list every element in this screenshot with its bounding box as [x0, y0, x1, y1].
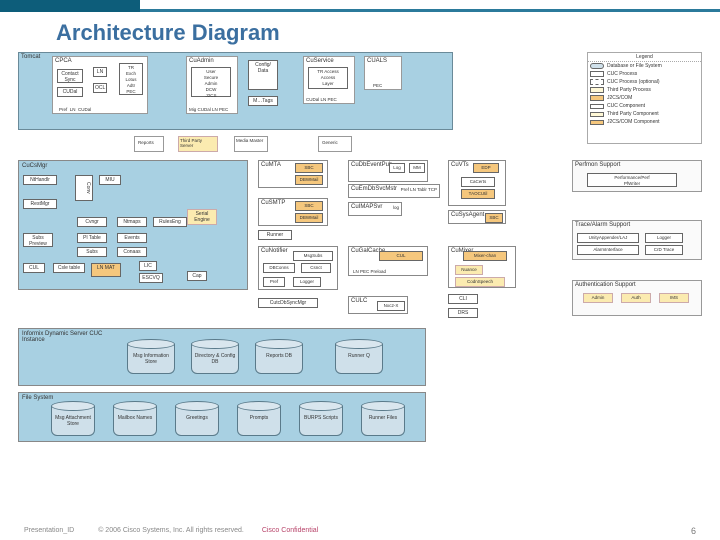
- cucsmgr-title: CuCsMgr: [22, 163, 47, 169]
- cugalcache: CuGalCache CUL LN PEC Preload: [348, 246, 428, 276]
- m-label: M…Tags: [248, 96, 278, 106]
- cucsmgr-item: Cap: [187, 271, 207, 281]
- cucsmgr-item: Csle table: [53, 263, 85, 273]
- fs-item: BURPS Scripts: [299, 401, 343, 439]
- cuservice-group: CuService TR AccessAccessLayer CUDal LN …: [303, 56, 355, 104]
- fs-item: Msg Attachment Store: [51, 401, 95, 439]
- cylinder-msg: Msg Information Store: [127, 339, 175, 377]
- footer: Presentation_ID © 2006 Cisco Systems, In…: [24, 527, 696, 534]
- cumixer: CuMixer Mixer-chan Nuance CodnSpeech: [448, 246, 516, 288]
- cuservice-title: CuService: [306, 58, 334, 64]
- cucsmgr-item: CUL: [23, 263, 45, 273]
- cugal-item: CUL: [379, 251, 423, 261]
- cpca-col: OCL: [93, 83, 107, 93]
- cuadmin-items: UserSecureAdminDCWJ2CS: [191, 67, 231, 97]
- ids-group: Informix Dynamic Server CUC Instance Msg…: [18, 328, 426, 386]
- auth-support: Authentication Support Admin Auth IMS: [572, 280, 702, 316]
- cuservice-footer: CUDal LN PEC: [306, 97, 337, 102]
- serial-engine: Serial Engine: [187, 209, 217, 225]
- cunotifier: CuNotifier MsgSubs DBConns Csnct Pref Lo…: [258, 246, 338, 290]
- page-title: Architecture Diagram: [0, 12, 720, 52]
- cusmtp: CuSMTP SBC DBWMail: [258, 198, 328, 226]
- cucsmgr-item: ESCVQ: [139, 273, 163, 283]
- cylinder-reports: Reports DB: [255, 339, 303, 377]
- filesystem-group: File System Msg Attachment Store Mailbox…: [18, 392, 426, 442]
- cpca-item: Contact Sync: [57, 69, 83, 83]
- cucsmgr-item: MIU: [99, 175, 121, 185]
- legend-title: Legend: [588, 53, 701, 62]
- cylinder-runner: Runner Q: [335, 339, 383, 377]
- cucsmgr-item: Events: [117, 233, 147, 243]
- runner: Runner: [258, 230, 292, 240]
- footer-confidential: Cisco Confidential: [262, 527, 318, 534]
- cucsmgr-item: NtHandlr: [23, 175, 57, 185]
- cucsmgr-item: Conaas: [117, 247, 147, 257]
- cuadmin-group: CuAdmin UserSecureAdminDCWJ2CS Mig CUDal…: [186, 56, 238, 114]
- cucsmgr-mid: Conv: [75, 175, 93, 201]
- cucsmgr-group: CuCsMgr NtHandlr RestMgr Conv MIU Serial…: [18, 160, 248, 290]
- footer-page: 6: [691, 526, 696, 536]
- perfmon-item: Performance/PerfPfWriter: [587, 173, 677, 187]
- cpca-col: LN: [93, 67, 107, 77]
- cucsmgr-item: Subs: [77, 247, 107, 257]
- cuadmin-title: CuAdmin: [189, 58, 214, 64]
- culc: CULC Nxc2-X: [348, 296, 408, 314]
- cucsmgr-item: Ntmaps: [117, 217, 147, 227]
- footer-copyright: © 2006 Cisco Systems, Inc. All rights re…: [98, 527, 244, 534]
- fs-item: Greetings: [175, 401, 219, 439]
- mediamaster-box: Media Master: [234, 136, 268, 152]
- architecture-diagram: Tomcat CPCA Contact Sync CUDal LN OCL TR…: [18, 52, 702, 477]
- fs-title: File System: [22, 395, 53, 401]
- legend: Legend Database or File System CUC Proce…: [587, 52, 702, 144]
- cucsmgr-item: RestMgr: [23, 199, 57, 209]
- cuemdbsvc-items: Pref LN Tablr TCP: [401, 187, 437, 192]
- cucsmgr-item: Pl Table: [77, 233, 107, 243]
- fs-item: Runner Files: [361, 401, 405, 439]
- cpca-title: CPCA: [55, 58, 72, 64]
- cuemdbsvc: CuEmDbSvcMstr Pref LN Tablr TCP: [348, 184, 440, 198]
- cuadmin-side: Config/Data: [248, 60, 278, 90]
- cusysagent: CuSysAgent SBC: [448, 210, 506, 224]
- cuadmin-footer: Mig CUDal LN PEC: [189, 107, 228, 112]
- reports-box: Reports: [134, 136, 164, 152]
- cuservice-items: TR AccessAccessLayer: [308, 67, 348, 89]
- cli-box: CLI: [448, 294, 478, 304]
- trace-support: Trace/Alarm Support UnityAppender/LAJ Lo…: [572, 220, 702, 260]
- thirdparty-box: Third Party Server: [178, 136, 218, 152]
- cucsmgr-item: Cvngr: [77, 217, 107, 227]
- cuals-title: CUALS: [367, 58, 387, 64]
- cuvts: CuVTs EDP CaCerts TAOCUtil: [448, 160, 506, 206]
- cudbeventpub: CuDbEventPub Log MM: [348, 160, 428, 182]
- cuals-group: CUALS PEC: [364, 56, 402, 90]
- cuals-footer: PEC: [373, 83, 382, 88]
- tomcat-label: Tomcat: [21, 54, 40, 60]
- generic-box: Generic: [318, 136, 352, 152]
- cutcdbsyncmgr: CutcDbSyncMgr: [258, 298, 318, 308]
- cunotifier-item: MsgSubs: [293, 251, 333, 261]
- cucsmgr-item: LIC: [139, 261, 157, 271]
- fs-item: Mailbox Names: [113, 401, 157, 439]
- cpca-group: CPCA Contact Sync CUDal LN OCL TRExchLot…: [52, 56, 148, 114]
- ids-title: Informix Dynamic Server CUC Instance: [22, 331, 122, 343]
- tomcat-group: Tomcat CPCA Contact Sync CUDal LN OCL TR…: [18, 52, 453, 130]
- cpca-tr: TRExchLotusAdtrPEC: [119, 63, 143, 95]
- cylinder-dir: Directory & Config DB: [191, 339, 239, 377]
- cuimapsvr: CuIMAPSvr log: [348, 202, 402, 216]
- cpca-item: CUDal: [57, 87, 83, 97]
- drs-box: DRS: [448, 308, 478, 318]
- cucsmgr-item: RulesEng: [153, 217, 187, 227]
- lnmat: LN MAT: [91, 263, 121, 277]
- perfmon-support: Perfmon Support Performance/PerfPfWriter: [572, 160, 702, 192]
- cumta: CuMTA SBC DBWMail: [258, 160, 328, 188]
- footer-presentation: Presentation_ID: [24, 527, 74, 534]
- cucsmgr-item: Subs Preview: [23, 233, 53, 247]
- cpca-footer: Pref LN CUDal: [59, 107, 91, 112]
- header-bar: [0, 0, 720, 12]
- fs-item: Prompts: [237, 401, 281, 439]
